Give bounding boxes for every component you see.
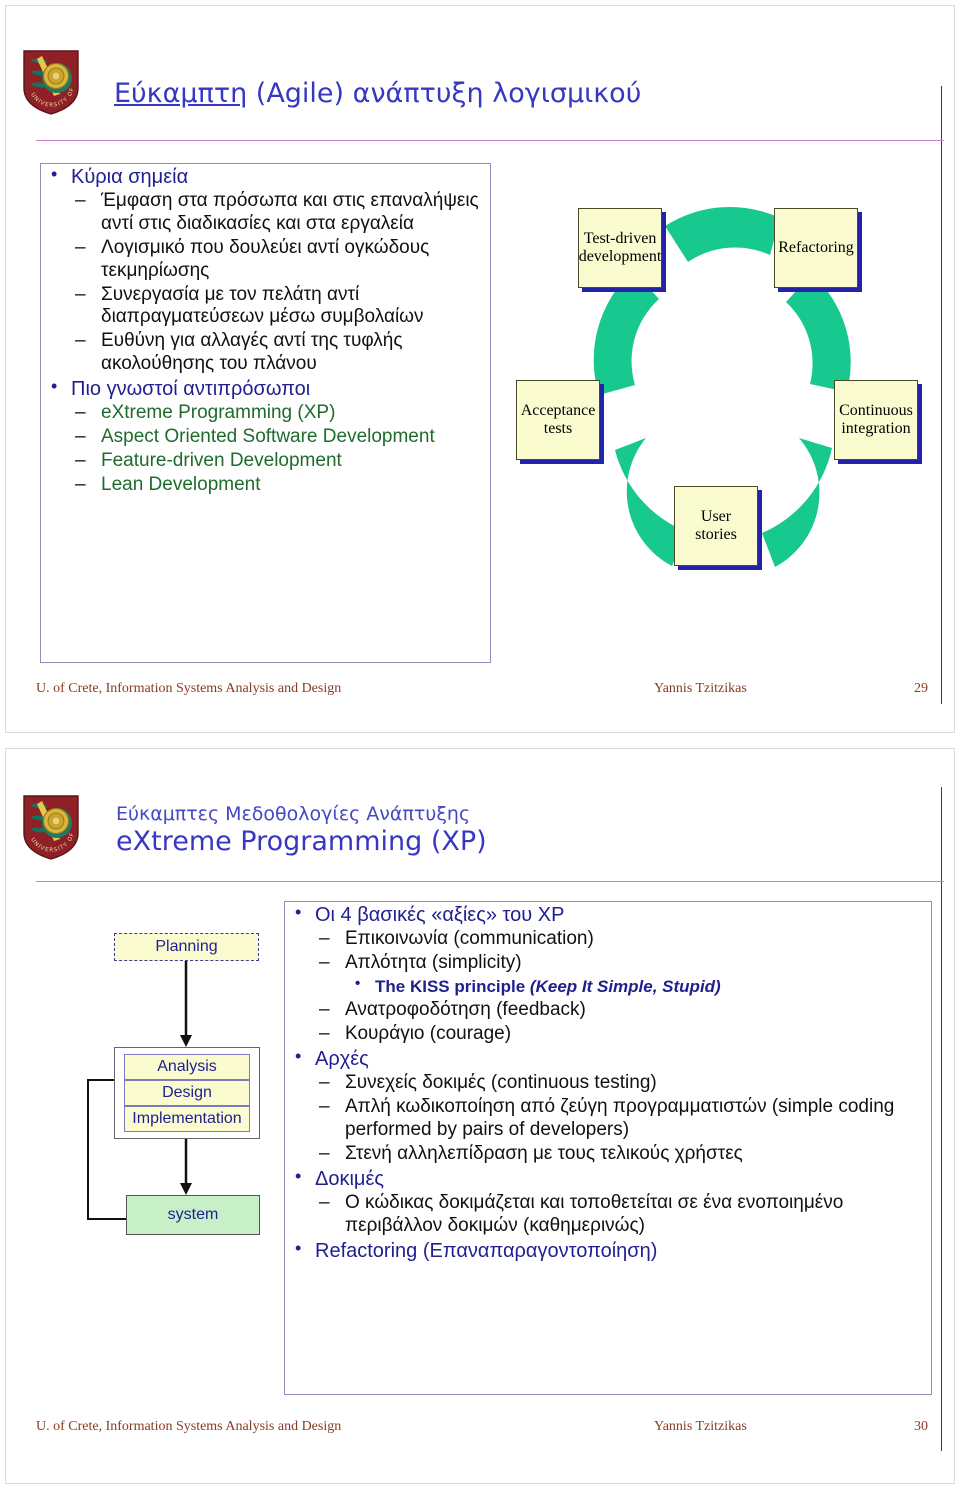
- bullet-item: Συνεργασία με τον πελάτη αντί διαπραγματ…: [41, 284, 490, 330]
- footer-page-number: 29: [914, 681, 928, 696]
- page-title: Εύκαμπτη (Agile) ανάπτυξη λογισμικού: [114, 78, 641, 109]
- footer-course-label: U. of Crete, Information Systems Analysi…: [36, 681, 342, 696]
- slide2-content-textbox: Οι 4 βασικές «αξίες» του XPΕπικοινωνία (…: [284, 901, 932, 1395]
- bullet-item: Λογισμικό που δουλεύει αντί ογκώδους τεκ…: [41, 237, 490, 283]
- cycle-node-user-stories: User stories: [674, 486, 758, 566]
- page-title-underlined: Εύκαμπτη: [114, 78, 248, 109]
- cycle-node-label: Continuous integration: [839, 401, 913, 437]
- cycle-node-acceptance-tests: Acceptance tests: [516, 380, 600, 460]
- footer-course-label: U. of Crete, Information Systems Analysi…: [36, 1419, 342, 1434]
- bullet-item: The KISS principle (Keep It Simple, Stup…: [285, 975, 931, 997]
- bullet-text: Λογισμικό που δουλεύει αντί ογκώδους τεκ…: [101, 236, 430, 281]
- page-title-rest: (Agile) ανάπτυξη λογισμικού: [247, 78, 642, 109]
- bullet-item: Πιο γνωστοί αντιπρόσωποι: [41, 376, 490, 401]
- bullet-item: Lean Development: [41, 474, 490, 497]
- bullet-text: Κύρια σημεία: [71, 166, 189, 188]
- flow-node-implementation: Implementation: [124, 1106, 250, 1132]
- cycle-node-test-driven-development: Test-driven development: [578, 208, 662, 288]
- bullet-text: eXtreme Programming (XP): [101, 402, 336, 424]
- bullet-item: Επικοινωνία (communication): [285, 928, 931, 951]
- bullet-text: Πιο γνωστοί αντιπρόσωποι: [71, 377, 311, 400]
- bullet-text: Aspect Oriented Software Development: [101, 425, 435, 447]
- footer-page-number: 30: [914, 1419, 928, 1434]
- cycle-node-refactoring: Refactoring: [774, 208, 858, 288]
- bullet-text: Έμφαση στα πρόσωπα και στις επαναλήψεις …: [101, 190, 479, 235]
- flow-node-system: system: [126, 1195, 260, 1235]
- slide1-content-textbox: Κύρια σημείαΈμφαση στα πρόσωπα και στις …: [40, 163, 491, 663]
- bullet-item: Ο κώδικας δοκιμάζεται και τοποθετείται σ…: [285, 1192, 931, 1238]
- bullet-item: Έμφαση στα πρόσωπα και στις επαναλήψεις …: [41, 190, 490, 236]
- bullet-item: Συνεχείς δοκιμές (continuous testing): [285, 1072, 931, 1095]
- bullet-text: Συνεχείς δοκιμές (continuous testing): [345, 1072, 657, 1094]
- bullet-text: Οι 4 βασικές «αξίες» του XP: [315, 904, 565, 926]
- footer-author-label: Yannis Tzitzikas: [654, 681, 747, 696]
- bullet-text: Ανατροφοδότηση (feedback): [345, 999, 586, 1021]
- bullet-text: Refactoring (Επαναπαραγοντοποίηση): [315, 1239, 658, 1262]
- bullet-text: Αρχές: [315, 1047, 369, 1070]
- bullet-item: Κουράγιο (courage): [285, 1023, 931, 1046]
- bullet-item: Refactoring (Επαναπαραγοντοποίηση): [285, 1238, 931, 1263]
- slide2-bullet-list: Οι 4 βασικές «αξίες» του XPΕπικοινωνία (…: [285, 902, 931, 1263]
- bullet-text: Feature-driven Development: [101, 449, 342, 471]
- cycle-node-continuous-integration: Continuous integration: [834, 380, 918, 460]
- bullet-text: Απλή κωδικοποίηση από ζεύγη προγραμματισ…: [345, 1096, 895, 1140]
- bullet-item: Απλή κωδικοποίηση από ζεύγη προγραμματισ…: [285, 1096, 931, 1142]
- bullet-text: Συνεργασία με τον πελάτη αντί διαπραγματ…: [101, 283, 424, 328]
- bullet-item: Ανατροφοδότηση (feedback): [285, 999, 931, 1022]
- bullet-item: Κύρια σημεία: [41, 164, 490, 189]
- cycle-node-label: Acceptance tests: [520, 401, 596, 437]
- bullet-item: Στενή αλληλεπίδραση με τους τελικούς χρή…: [285, 1143, 931, 1166]
- page-subtitle: Εύκαμπτες Μεδοθολογίες Ανάπτυξης: [116, 803, 471, 825]
- title-divider: [36, 140, 944, 141]
- bullet-text: Στενή αλληλεπίδραση με τους τελικούς χρή…: [345, 1142, 743, 1164]
- bullet-text: Κουράγιο (courage): [345, 1023, 512, 1045]
- bullet-text: Lean Development: [101, 473, 261, 495]
- bullet-item: eXtreme Programming (XP): [41, 402, 490, 425]
- bullet-text-emphasis: (Keep It Simple, Stupid): [529, 976, 721, 996]
- flow-node-planning: Planning: [114, 933, 259, 961]
- bullet-text: Ευθύνη για αλλαγές αντί της τυφλής ακολο…: [101, 330, 403, 374]
- slide-extreme-programming: UNIVERSITY OF CRETE Εύκαμπτες Μεδοθολογί…: [5, 748, 955, 1484]
- xp-practices-cycle-diagram: Test-driven development Refactoring Conti…: [502, 202, 942, 622]
- slide1-bullet-list: Κύρια σημείαΈμφαση στα πρόσωπα και στις …: [41, 164, 490, 497]
- bullet-text: Ο κώδικας δοκιμάζεται και τοποθετείται σ…: [345, 1191, 844, 1236]
- bullet-text: Δοκιμές: [315, 1167, 385, 1190]
- bullet-item: Δοκιμές: [285, 1166, 931, 1191]
- bullet-item: Ευθύνη για αλλαγές αντί της τυφλής ακολο…: [41, 330, 490, 376]
- bullet-text: The KISS principle: [375, 976, 530, 996]
- slide2-title-block: Εύκαμπτες Μεδοθολογίες Ανάπτυξης eXtreme…: [116, 803, 487, 857]
- bullet-item: Αρχές: [285, 1046, 931, 1071]
- flow-node-analysis: Analysis: [124, 1054, 250, 1080]
- bullet-item: Aspect Oriented Software Development: [41, 426, 490, 449]
- cycle-node-label: Test-driven development: [578, 229, 662, 265]
- slide-right-rule: [941, 787, 942, 1451]
- flow-node-design: Design: [124, 1080, 250, 1106]
- cycle-node-label: Refactoring: [778, 238, 854, 256]
- xp-iteration-flowchart: Planning Analysis Design Implementation …: [66, 917, 281, 1277]
- footer-author-label: Yannis Tzitzikas: [654, 1419, 747, 1434]
- title-divider: [36, 881, 944, 882]
- slide-agile-software-development: UNIVERSITY OF CRETE Εύκαμπτη (Agile) ανά…: [5, 5, 955, 733]
- page-title: eXtreme Programming (XP): [116, 825, 487, 857]
- bullet-item: Απλότητα (simplicity): [285, 952, 931, 975]
- university-of-crete-logo-icon: UNIVERSITY OF CRETE: [20, 793, 82, 861]
- bullet-item: Οι 4 βασικές «αξίες» του XP: [285, 902, 931, 927]
- bullet-text: Επικοινωνία (communication): [345, 928, 594, 950]
- university-of-crete-logo-icon: UNIVERSITY OF CRETE: [20, 48, 82, 116]
- bullet-item: Feature-driven Development: [41, 450, 490, 473]
- bullet-text: Απλότητα (simplicity): [345, 952, 522, 974]
- slide1-title-block: Εύκαμπτη (Agile) ανάπτυξη λογισμικού: [114, 78, 641, 109]
- cycle-node-label: User stories: [695, 507, 737, 543]
